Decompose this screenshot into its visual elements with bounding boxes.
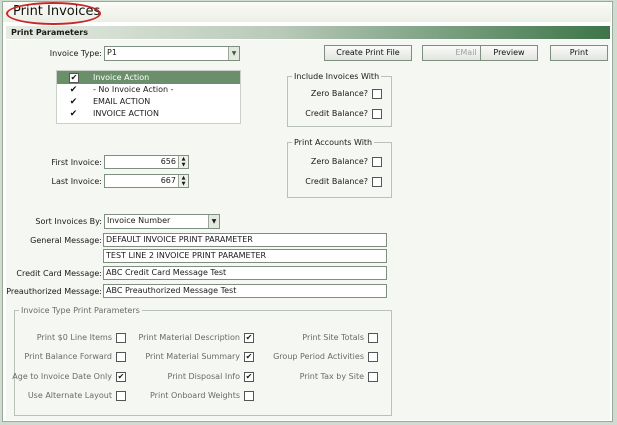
general-message-line1[interactable]: DEFAULT INVOICE PRINT PARAMETER [103, 233, 387, 247]
general-message-label: General Message: [30, 236, 102, 245]
param-label: Print Tax by Site [299, 372, 364, 381]
include-zero-checkbox[interactable] [372, 89, 382, 99]
param-label: Print $0 Line Items [36, 333, 112, 342]
invoice-type-label: Invoice Type: [49, 49, 102, 58]
preauth-message-label: Preauthorized Message: [6, 287, 102, 296]
list-header[interactable]: ✔ Invoice Action [57, 71, 240, 84]
list-item[interactable]: ✔ INVOICE ACTION [57, 108, 240, 120]
accounts-credit-label: Credit Balance? [305, 177, 368, 186]
param-checkbox[interactable] [244, 391, 254, 401]
param-label: Age to Invoice Date Only [12, 372, 112, 381]
include-credit-label: Credit Balance? [305, 109, 368, 118]
last-invoice-label: Last Invoice: [51, 177, 102, 186]
param-checkbox[interactable] [368, 352, 378, 362]
check-icon[interactable]: ✔ [69, 110, 78, 119]
last-invoice-stepper[interactable]: 667 ▲ ▼ [104, 174, 189, 188]
include-zero-label: Zero Balance? [310, 89, 368, 98]
param-label: Print Material Description [138, 333, 240, 342]
param-label: Print Material Summary [145, 352, 240, 361]
print-button[interactable]: Print [550, 45, 608, 61]
print-accounts-legend: Print Accounts With [294, 138, 373, 147]
param-label: Group Period Activities [273, 352, 364, 361]
first-invoice-value: 656 [160, 157, 176, 166]
param-checkbox[interactable]: ✔ [244, 333, 254, 343]
list-header-label: Invoice Action [93, 73, 150, 82]
create-print-file-button[interactable]: Create Print File [324, 45, 412, 61]
down-arrow-icon[interactable]: ▼ [182, 181, 186, 187]
list-item[interactable]: ✔ EMAIL ACTION [57, 96, 240, 108]
list-item-label: EMAIL ACTION [93, 97, 151, 106]
chevron-down-icon[interactable]: ▼ [228, 47, 239, 60]
invoice-type-select[interactable]: P1 ▼ [104, 46, 240, 61]
sort-by-label: Sort Invoices By: [35, 217, 102, 226]
spin-icon[interactable]: ▲ ▼ [178, 156, 188, 168]
param-checkbox[interactable] [368, 333, 378, 343]
param-checkbox[interactable]: ✔ [116, 372, 126, 382]
section-header: Print Parameters [6, 26, 610, 39]
print-accounts-group: Print Accounts With [287, 138, 392, 198]
title-highlight-oval [6, 2, 101, 25]
invoice-action-list[interactable]: ✔ Invoice Action ✔ - No Invoice Action -… [56, 70, 241, 124]
sort-by-select[interactable]: Invoice Number ▼ [104, 214, 220, 229]
param-checkbox[interactable] [368, 372, 378, 382]
param-checkbox[interactable] [116, 333, 126, 343]
first-invoice-stepper[interactable]: 656 ▲ ▼ [104, 155, 189, 169]
last-invoice-value: 667 [160, 176, 176, 185]
check-icon[interactable]: ✔ [69, 86, 78, 95]
accounts-zero-checkbox[interactable] [372, 157, 382, 167]
include-invoices-legend: Include Invoices With [294, 72, 380, 81]
param-label: Print Balance Forward [24, 352, 112, 361]
accounts-credit-checkbox[interactable] [372, 177, 382, 187]
spin-icon[interactable]: ▲ ▼ [178, 175, 188, 187]
general-message-line2[interactable]: TEST LINE 2 INVOICE PRINT PARAMETER [103, 249, 387, 263]
preauth-message-field[interactable]: ABC Preauthorized Message Test [103, 284, 387, 298]
param-checkbox[interactable]: ✔ [244, 352, 254, 362]
preview-button[interactable]: Preview [480, 45, 538, 61]
param-checkbox[interactable] [116, 391, 126, 401]
chevron-down-icon[interactable]: ▼ [208, 215, 219, 228]
param-label: Print Disposal Info [167, 372, 240, 381]
param-label: Print Onboard Weights [150, 391, 240, 400]
list-item-label: INVOICE ACTION [93, 109, 159, 118]
credit-card-message-field[interactable]: ABC Credit Card Message Test [103, 266, 387, 280]
param-label: Use Alternate Layout [27, 391, 112, 400]
select-all-checkbox[interactable]: ✔ [69, 73, 79, 83]
param-checkbox[interactable] [116, 352, 126, 362]
include-credit-checkbox[interactable] [372, 109, 382, 119]
type-params-legend: Invoice Type Print Parameters [21, 306, 140, 315]
first-invoice-label: First Invoice: [51, 158, 102, 167]
title-bar: Print Invoices [3, 2, 611, 25]
param-checkbox[interactable]: ✔ [244, 372, 254, 382]
list-item[interactable]: ✔ - No Invoice Action - [57, 84, 240, 96]
check-icon[interactable]: ✔ [69, 98, 78, 107]
print-parameters-panel: Invoice Type: P1 ▼ Create Print File EMa… [6, 40, 610, 420]
param-label: Print Site Totals [302, 333, 364, 342]
down-arrow-icon[interactable]: ▼ [182, 162, 186, 168]
invoice-type-value: P1 [107, 48, 117, 57]
credit-card-message-label: Credit Card Message: [16, 269, 102, 278]
list-item-label: - No Invoice Action - [93, 85, 174, 94]
sort-by-value: Invoice Number [107, 216, 171, 225]
accounts-zero-label: Zero Balance? [310, 157, 368, 166]
